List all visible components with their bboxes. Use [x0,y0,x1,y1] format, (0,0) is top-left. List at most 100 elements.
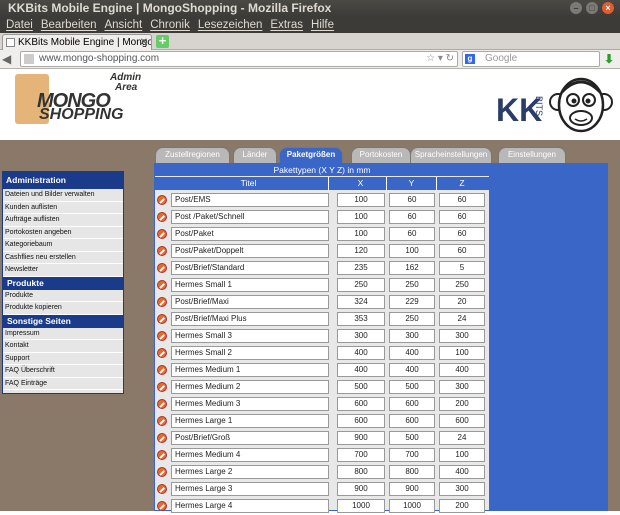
admin-tab-4[interactable]: Spracheinstellungen [410,147,492,163]
delete-icon[interactable] [157,484,167,494]
sidebar-item-1-1[interactable]: Produkte kopieren [3,302,123,315]
title-input[interactable]: Hermes Large 1 [171,414,329,428]
title-input[interactable]: Hermes Small 1 [171,278,329,292]
x-input[interactable]: 600 [337,414,385,428]
title-input[interactable]: Post/Paket/Doppelt [171,244,329,258]
tab-close-icon[interactable]: ✕ [140,35,148,50]
z-input[interactable]: 60 [439,227,485,241]
z-input[interactable]: 5 [439,261,485,275]
x-input[interactable]: 100 [337,193,385,207]
menu-item-0[interactable]: Datei [6,17,33,33]
x-input[interactable]: 600 [337,397,385,411]
title-input[interactable]: Post/Brief/Maxi [171,295,329,309]
sidebar-item-0-4[interactable]: Kategoriebaum [3,239,123,252]
delete-icon[interactable] [157,501,167,511]
search-input[interactable]: g Google [462,51,600,67]
y-input[interactable]: 600 [389,397,435,411]
z-input[interactable]: 60 [439,210,485,224]
y-input[interactable]: 900 [389,482,435,496]
z-input[interactable]: 100 [439,448,485,462]
menu-item-5[interactable]: Extras [270,17,303,33]
delete-icon[interactable] [157,331,167,341]
menu-item-6[interactable]: Hilfe [311,17,334,33]
sidebar-item-2-0[interactable]: Impressum [3,328,123,340]
delete-icon[interactable] [157,450,167,460]
x-input[interactable]: 120 [337,244,385,258]
delete-icon[interactable] [157,314,167,324]
z-input[interactable]: 24 [439,431,485,445]
delete-icon[interactable] [157,399,167,409]
sidebar-item-2-1[interactable]: Kontakt [3,340,123,353]
z-input[interactable]: 24 [439,312,485,326]
site-identity-icon[interactable] [24,54,34,64]
browser-tab[interactable]: KKBits Mobile Engine | Mongo... ✕ [2,34,152,50]
title-input[interactable]: Hermes Medium 3 [171,397,329,411]
sidebar-item-2-4[interactable]: FAQ Einträge [3,378,123,390]
new-tab-icon[interactable]: + [156,34,169,48]
z-input[interactable]: 60 [439,244,485,258]
y-input[interactable]: 700 [389,448,435,462]
x-input[interactable]: 235 [337,261,385,275]
x-input[interactable]: 700 [337,448,385,462]
menu-item-2[interactable]: Ansicht [104,17,142,33]
delete-icon[interactable] [157,229,167,239]
y-input[interactable]: 250 [389,312,435,326]
title-input[interactable]: Post /Paket/Schnell [171,210,329,224]
y-input[interactable]: 500 [389,380,435,394]
title-input[interactable]: Post/Brief/Maxi Plus [171,312,329,326]
z-input[interactable]: 100 [439,346,485,360]
y-input[interactable]: 60 [389,193,435,207]
z-input[interactable]: 400 [439,465,485,479]
x-input[interactable]: 324 [337,295,385,309]
title-input[interactable]: Post/Brief/Groß [171,431,329,445]
admin-tab-1[interactable]: Länder [233,147,277,163]
delete-icon[interactable] [157,467,167,477]
z-input[interactable]: 300 [439,482,485,496]
delete-icon[interactable] [157,416,167,426]
admin-tab-3[interactable]: Portokosten [351,147,411,163]
z-input[interactable]: 300 [439,380,485,394]
google-icon[interactable]: g [465,54,475,64]
delete-icon[interactable] [157,382,167,392]
menu-item-3[interactable]: Chronik [150,17,190,33]
x-input[interactable]: 900 [337,431,385,445]
x-input[interactable]: 400 [337,346,385,360]
sidebar-item-0-6[interactable]: Newsletter [3,264,123,277]
title-input[interactable]: Post/Brief/Standard [171,261,329,275]
title-input[interactable]: Hermes Medium 2 [171,380,329,394]
download-icon[interactable]: ⬇ [604,52,614,66]
admin-tab-5[interactable]: Einstellungen [498,147,566,163]
delete-icon[interactable] [157,263,167,273]
sidebar-item-2-2[interactable]: Support [3,353,123,365]
x-input[interactable]: 800 [337,465,385,479]
mongo-shopping-logo[interactable]: Admin Area MONGO SHOPPING [15,70,141,126]
sidebar-item-0-3[interactable]: Portokosten angeben [3,227,123,239]
x-input[interactable]: 300 [337,329,385,343]
sidebar-item-0-2[interactable]: Aufträge auflisten [3,214,123,227]
y-input[interactable]: 162 [389,261,435,275]
y-input[interactable]: 60 [389,210,435,224]
admin-tab-2[interactable]: Paketgrößen [279,147,343,163]
delete-icon[interactable] [157,433,167,443]
url-bar[interactable]: www.mongo-shopping.com ☆ ▾ ↻ [20,51,458,67]
delete-icon[interactable] [157,280,167,290]
title-input[interactable]: Post/EMS [171,193,329,207]
title-input[interactable]: Hermes Small 3 [171,329,329,343]
y-input[interactable]: 400 [389,363,435,377]
x-input[interactable]: 100 [337,227,385,241]
z-input[interactable]: 250 [439,278,485,292]
title-input[interactable]: Post/Paket [171,227,329,241]
z-input[interactable]: 300 [439,329,485,343]
sidebar-item-1-0[interactable]: Produkte [3,290,123,302]
sidebar-item-0-5[interactable]: Cashflies neu erstellen [3,252,123,264]
maximize-icon[interactable]: □ [586,2,598,14]
y-input[interactable]: 400 [389,346,435,360]
title-input[interactable]: Hermes Medium 1 [171,363,329,377]
bookmark-star-icon[interactable]: ☆ ▾ ↻ [426,52,454,66]
close-icon[interactable]: × [602,2,614,14]
menu-item-4[interactable]: Lesezeichen [198,17,263,33]
x-input[interactable]: 900 [337,482,385,496]
y-input[interactable]: 60 [389,227,435,241]
y-input[interactable]: 100 [389,244,435,258]
minimize-icon[interactable]: – [570,2,582,14]
